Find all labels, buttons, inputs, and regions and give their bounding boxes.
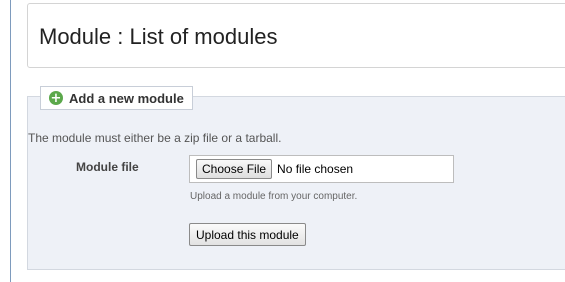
format-note: The module must either be a zip file or … <box>28 131 282 145</box>
upload-help-text: Upload a module from your computer. <box>190 191 358 202</box>
module-file-label: Module file <box>76 160 139 174</box>
add-circle-icon: + <box>49 90 63 106</box>
choose-file-button[interactable]: Choose File <box>196 159 273 179</box>
page-header: Module : List of modules <box>27 3 565 68</box>
file-status: No file chosen <box>277 162 354 176</box>
add-module-legend-label: Add a new module <box>69 90 184 106</box>
module-file-input[interactable]: Choose File No file chosen <box>189 155 454 183</box>
left-border-rule <box>10 0 11 282</box>
add-module-legend: + Add a new module <box>40 86 193 110</box>
page-title: Module : List of modules <box>39 24 278 49</box>
upload-module-button[interactable]: Upload this module <box>189 223 306 246</box>
